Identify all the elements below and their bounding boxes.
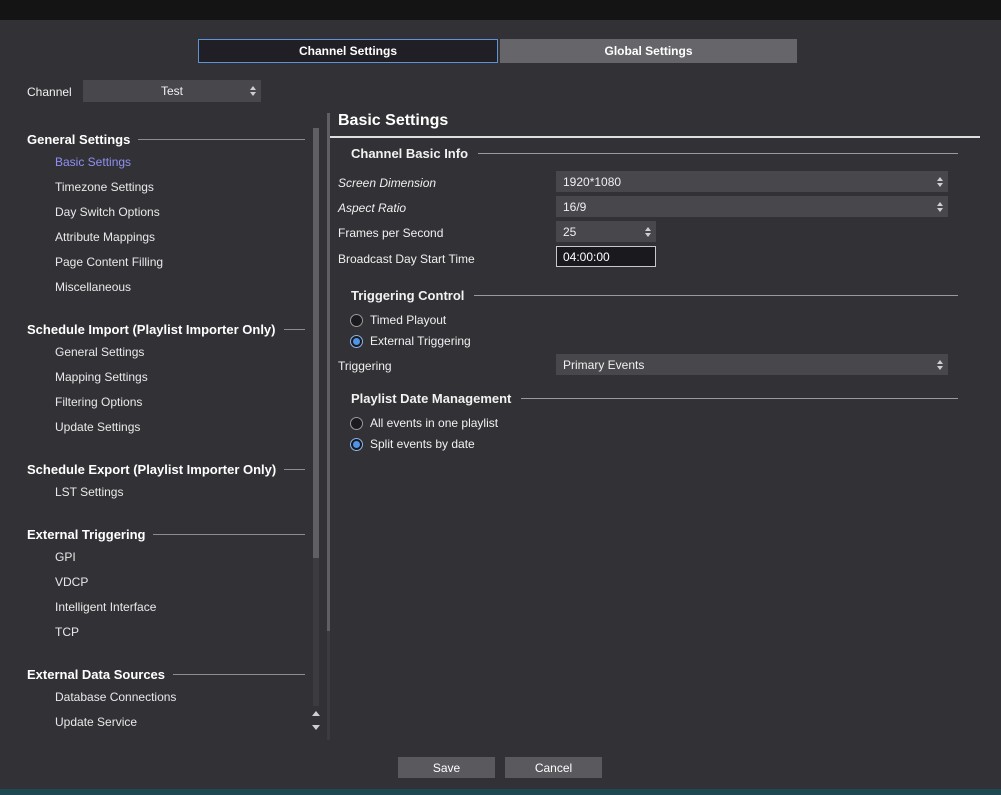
dropdown-arrows-icon: [645, 227, 651, 237]
page-title-rule: [330, 136, 980, 138]
section-rule: [153, 534, 305, 535]
sidebar-item-page-content-filling[interactable]: Page Content Filling: [27, 250, 305, 275]
tab-global-settings[interactable]: Global Settings: [500, 39, 797, 63]
sidebar-section-header: External Triggering: [27, 523, 305, 545]
triggering-label: Triggering: [338, 359, 392, 373]
sidebar-item-database-connections[interactable]: Database Connections: [27, 685, 305, 710]
sidebar-nav: General Settings Basic Settings Timezone…: [27, 128, 305, 735]
sidebar-item-tcp[interactable]: TCP: [27, 620, 305, 645]
frames-per-second-dropdown[interactable]: 25: [556, 221, 656, 242]
section-rule: [284, 469, 305, 470]
sidebar-item-mapping-settings[interactable]: Mapping Settings: [27, 365, 305, 390]
sidebar-item-import-general-settings[interactable]: General Settings: [27, 340, 305, 365]
scroll-up-button[interactable]: [310, 707, 322, 719]
radio-label: Split events by date: [370, 437, 475, 451]
window-titlebar: [0, 0, 1001, 20]
radio-label: All events in one playlist: [370, 416, 498, 430]
channel-dropdown-value: Test: [161, 84, 183, 98]
sidebar-item-lst-settings[interactable]: LST Settings: [27, 480, 305, 505]
sidebar-section-header: Schedule Export (Playlist Importer Only): [27, 458, 305, 480]
aspect-ratio-dropdown[interactable]: 16/9: [556, 196, 948, 217]
save-button[interactable]: Save: [398, 757, 495, 778]
sidebar-section-title: Schedule Export (Playlist Importer Only): [27, 462, 276, 477]
sidebar-section-header: General Settings: [27, 128, 305, 150]
channel-dropdown[interactable]: Test: [83, 80, 261, 102]
sidebar-item-intelligent-interface[interactable]: Intelligent Interface: [27, 595, 305, 620]
section-rule: [138, 139, 305, 140]
section-header-channel-basic-info: Channel Basic Info: [351, 146, 958, 161]
sidebar-item-basic-settings[interactable]: Basic Settings: [27, 150, 305, 175]
triggering-dropdown[interactable]: Primary Events: [556, 354, 948, 375]
frames-per-second-value: 25: [563, 225, 576, 239]
sidebar-item-vdcp[interactable]: VDCP: [27, 570, 305, 595]
sidebar-section-title: Schedule Import (Playlist Importer Only): [27, 322, 276, 337]
external-triggering-radio[interactable]: External Triggering: [350, 334, 471, 348]
scroll-down-button[interactable]: [310, 721, 322, 733]
sidebar-section-header: External Data Sources: [27, 663, 305, 685]
dropdown-arrows-icon: [937, 202, 943, 212]
triggering-value: Primary Events: [563, 358, 644, 372]
section-header-triggering-control: Triggering Control: [351, 288, 958, 303]
sidebar-item-miscellaneous[interactable]: Miscellaneous: [27, 275, 305, 300]
sidebar-item-attribute-mappings[interactable]: Attribute Mappings: [27, 225, 305, 250]
sidebar-section-schedule-export: Schedule Export (Playlist Importer Only)…: [27, 458, 305, 505]
sidebar-item-timezone-settings[interactable]: Timezone Settings: [27, 175, 305, 200]
aspect-ratio-value: 16/9: [563, 200, 586, 214]
section-rule: [474, 295, 958, 296]
channel-label: Channel: [27, 85, 72, 99]
dropdown-arrows-icon: [937, 177, 943, 187]
section-rule: [173, 674, 305, 675]
screen-dimension-dropdown[interactable]: 1920*1080: [556, 171, 948, 192]
section-rule: [521, 398, 958, 399]
app-window: Channel Settings Global Settings Channel…: [0, 0, 1001, 795]
radio-icon: [350, 335, 363, 348]
sidebar-section-external-triggering: External Triggering GPI VDCP Intelligent…: [27, 523, 305, 645]
tab-channel-settings[interactable]: Channel Settings: [198, 39, 498, 63]
all-events-one-playlist-radio[interactable]: All events in one playlist: [350, 416, 498, 430]
sidebar-section-title: General Settings: [27, 132, 130, 147]
section-header-playlist-date-management: Playlist Date Management: [351, 391, 958, 406]
aspect-ratio-label: Aspect Ratio: [338, 201, 406, 215]
bottom-status-strip: [0, 789, 1001, 795]
sidebar-item-gpi[interactable]: GPI: [27, 545, 305, 570]
sidebar-section-header: Schedule Import (Playlist Importer Only): [27, 318, 305, 340]
sidebar-item-day-switch-options[interactable]: Day Switch Options: [27, 200, 305, 225]
section-title: Playlist Date Management: [351, 391, 511, 406]
radio-icon: [350, 438, 363, 451]
screen-dimension-label: Screen Dimension: [338, 176, 436, 190]
sidebar-item-update-service[interactable]: Update Service: [27, 710, 305, 735]
arrow-down-icon: [312, 725, 320, 730]
cancel-button[interactable]: Cancel: [505, 757, 602, 778]
radio-label: Timed Playout: [370, 313, 446, 327]
section-rule: [478, 153, 958, 154]
sidebar-section-general-settings: General Settings Basic Settings Timezone…: [27, 128, 305, 300]
sidebar-section-title: External Data Sources: [27, 667, 165, 682]
dropdown-arrows-icon: [250, 86, 256, 96]
section-title: Triggering Control: [351, 288, 464, 303]
sidebar-item-filtering-options[interactable]: Filtering Options: [27, 390, 305, 415]
sidebar-scrollbar-thumb[interactable]: [313, 128, 319, 558]
timed-playout-radio[interactable]: Timed Playout: [350, 313, 446, 327]
radio-label: External Triggering: [370, 334, 471, 348]
sidebar-item-update-settings[interactable]: Update Settings: [27, 415, 305, 440]
frames-per-second-label: Frames per Second: [338, 226, 443, 240]
section-rule: [284, 329, 306, 330]
dropdown-arrows-icon: [937, 360, 943, 370]
sidebar-section-title: External Triggering: [27, 527, 145, 542]
radio-icon: [350, 314, 363, 327]
content-scrollbar-thumb[interactable]: [327, 113, 330, 631]
broadcast-day-start-time-label: Broadcast Day Start Time: [338, 252, 475, 266]
arrow-up-icon: [312, 711, 320, 716]
section-title: Channel Basic Info: [351, 146, 468, 161]
radio-icon: [350, 417, 363, 430]
split-events-by-date-radio[interactable]: Split events by date: [350, 437, 475, 451]
screen-dimension-value: 1920*1080: [563, 175, 621, 189]
sidebar-section-schedule-import: Schedule Import (Playlist Importer Only)…: [27, 318, 305, 440]
sidebar-section-external-data-sources: External Data Sources Database Connectio…: [27, 663, 305, 735]
page-title: Basic Settings: [338, 112, 448, 130]
broadcast-day-start-time-input[interactable]: [556, 246, 656, 267]
